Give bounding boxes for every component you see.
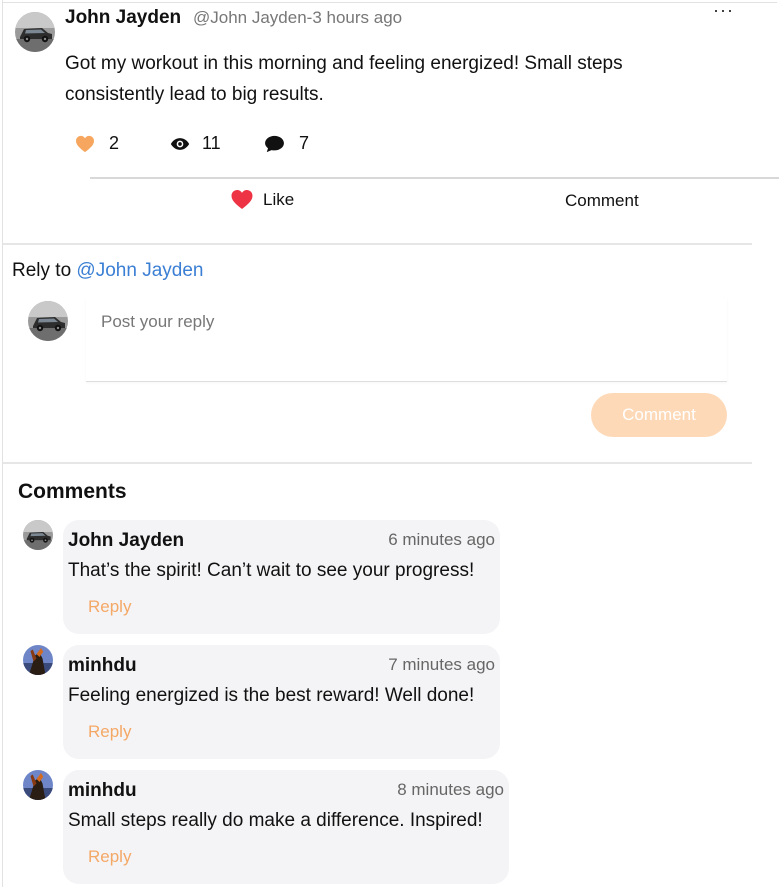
more-options-icon[interactable]: ···: [713, 0, 734, 21]
views-count: 11: [202, 133, 221, 153]
comment-reply-button[interactable]: Reply: [88, 597, 131, 617]
comment-time: 6 minutes ago: [388, 530, 495, 549]
comment-avatar[interactable]: [23, 520, 53, 550]
post-author-name[interactable]: John Jayden: [65, 7, 181, 29]
likes-count: 2: [109, 133, 120, 153]
comment-button[interactable]: Comment: [565, 191, 639, 211]
section-divider: [3, 462, 752, 464]
eye-icon: [170, 137, 190, 150]
comment-item: minhdu 7 minutes ago Feeling energized i…: [63, 645, 500, 759]
comment-avatar[interactable]: [23, 645, 53, 675]
comments-heading: Comments: [18, 480, 127, 503]
submit-comment-button[interactable]: Comment: [591, 393, 727, 437]
section-divider: [3, 243, 752, 245]
panel-border-top: [2, 2, 777, 3]
comment-text: That’s the spirit! Can’t wait to see you…: [68, 560, 475, 581]
comment-author[interactable]: minhdu: [68, 655, 137, 677]
comment-author[interactable]: minhdu: [68, 780, 137, 802]
comment-reply-button[interactable]: Reply: [88, 847, 131, 867]
reply-input-container: [86, 298, 727, 382]
post-body: Got my workout in this morning and feeli…: [65, 53, 623, 105]
comments-stat: 7: [264, 133, 309, 154]
post-detail-panel: John Jayden @John Jayden-3 hours ago ···…: [0, 0, 779, 887]
post-author-avatar[interactable]: [15, 12, 55, 52]
current-user-avatar: [28, 301, 68, 341]
views-stat: 11: [170, 133, 221, 154]
panel-border-left: [2, 0, 3, 887]
reply-to-label: Rely to @John Jayden: [12, 260, 203, 282]
reply-mention-link[interactable]: @John Jayden: [76, 260, 203, 281]
comment-avatar[interactable]: [23, 770, 53, 800]
comment-item: John Jayden 6 minutes ago That’s the spi…: [63, 520, 500, 634]
comments-count: 7: [299, 133, 310, 153]
comment-author[interactable]: John Jayden: [68, 530, 184, 552]
likes-stat: 2: [75, 133, 119, 154]
post-meta: @John Jayden-3 hours ago: [193, 8, 403, 27]
comment-item: minhdu 8 minutes ago Small steps really …: [63, 770, 509, 884]
actions-divider: [90, 177, 779, 179]
comment-text: Small steps really do make a difference.…: [68, 810, 483, 831]
reply-input[interactable]: [86, 298, 727, 381]
chat-bubble-icon: [265, 135, 284, 152]
comment-time: 8 minutes ago: [397, 780, 504, 799]
comment-reply-button[interactable]: Reply: [88, 722, 131, 742]
like-button[interactable]: Like: [230, 189, 294, 210]
heart-icon: [76, 135, 94, 152]
like-button-label: Like: [263, 189, 295, 209]
heart-filled-icon: [231, 189, 253, 210]
reply-to-prefix: Rely to: [12, 260, 72, 281]
comment-text: Feeling energized is the best reward! We…: [68, 685, 475, 706]
comment-time: 7 minutes ago: [388, 655, 495, 674]
